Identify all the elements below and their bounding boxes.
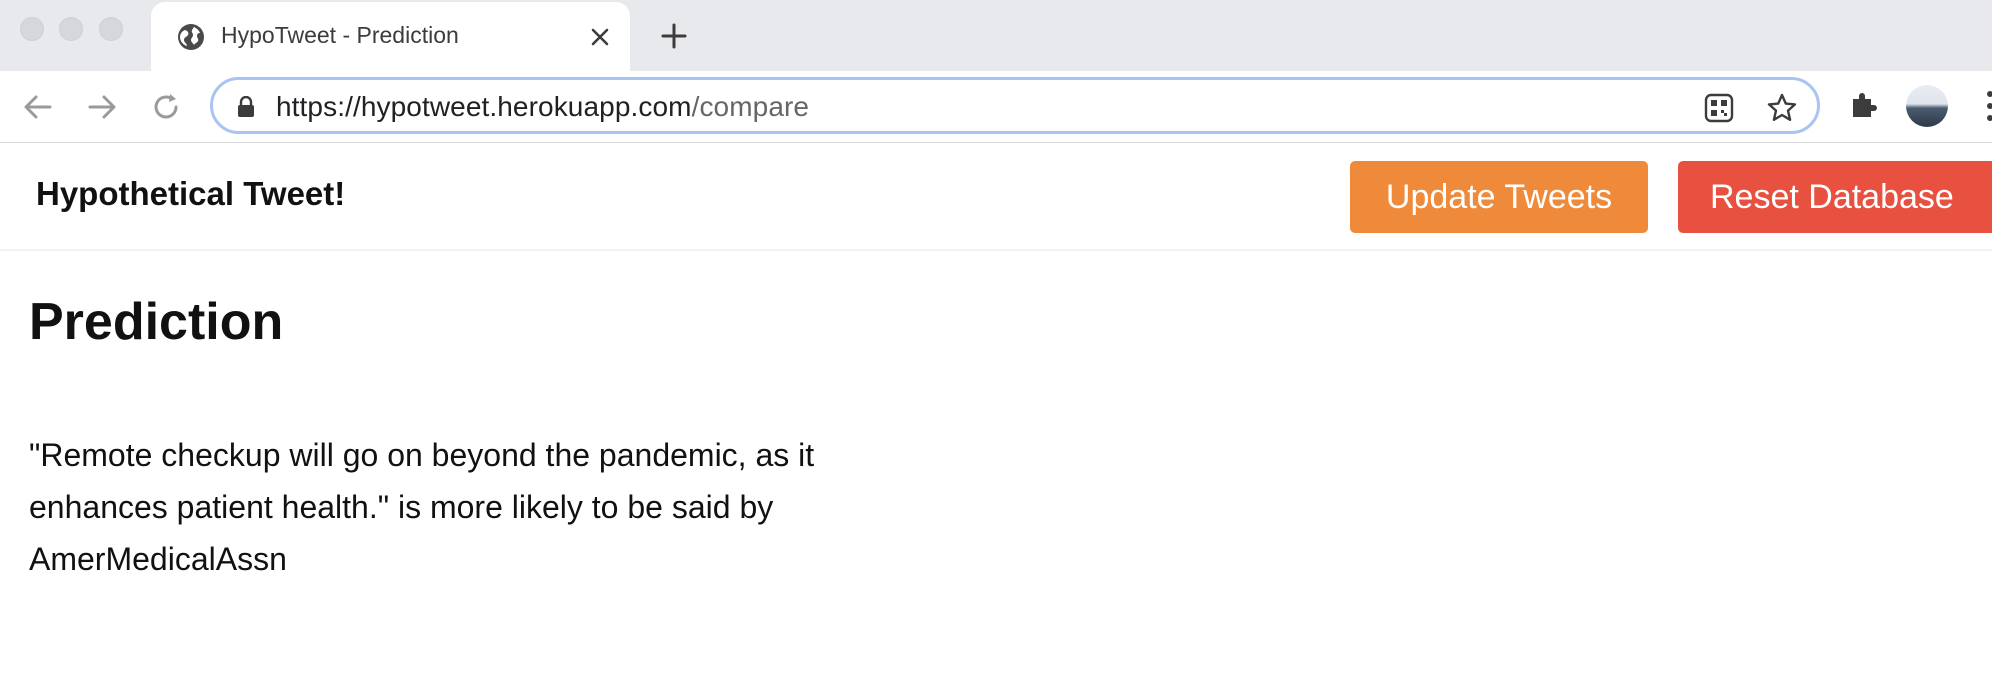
url-path: /compare [691, 91, 810, 122]
lock-icon[interactable] [237, 96, 255, 118]
page-title: Prediction [29, 293, 284, 351]
reload-icon[interactable] [148, 89, 184, 125]
address-bar[interactable]: https://hypotweet.herokuapp.com/compare [210, 77, 1820, 134]
back-icon[interactable] [20, 89, 56, 125]
window-zoom-dot[interactable] [99, 17, 123, 41]
prediction-result: "Remote checkup will go on beyond the pa… [29, 437, 815, 577]
url-text[interactable]: https://hypotweet.herokuapp.com/compare [276, 91, 809, 123]
star-icon[interactable] [1766, 92, 1798, 124]
extensions-icon[interactable] [1848, 88, 1880, 120]
avatar[interactable] [1906, 85, 1948, 127]
plus-icon[interactable] [658, 20, 690, 52]
reset-database-button[interactable]: Reset Database [1678, 161, 1992, 233]
globe-icon [178, 24, 204, 50]
menu-icon[interactable] [1981, 88, 1992, 124]
update-tweets-button[interactable]: Update Tweets [1350, 161, 1648, 233]
browser-toolbar: https://hypotweet.herokuapp.com/compare [0, 71, 1992, 143]
tab-title: HypoTweet - Prediction [221, 22, 459, 48]
qr-code-icon[interactable] [1703, 92, 1735, 124]
tab-strip: HypoTweet - Prediction [0, 0, 1992, 71]
close-icon[interactable] [585, 22, 615, 52]
app-navbar: Hypothetical Tweet! Update Tweets Reset … [0, 143, 1992, 251]
browser-tab-active[interactable]: HypoTweet - Prediction [151, 2, 630, 71]
window-close-dot[interactable] [20, 17, 44, 41]
window-minimize-dot[interactable] [59, 17, 83, 41]
brand-title[interactable]: Hypothetical Tweet! [36, 175, 345, 213]
url-host: https://hypotweet.herokuapp.com [276, 91, 692, 122]
forward-icon[interactable] [84, 89, 120, 125]
